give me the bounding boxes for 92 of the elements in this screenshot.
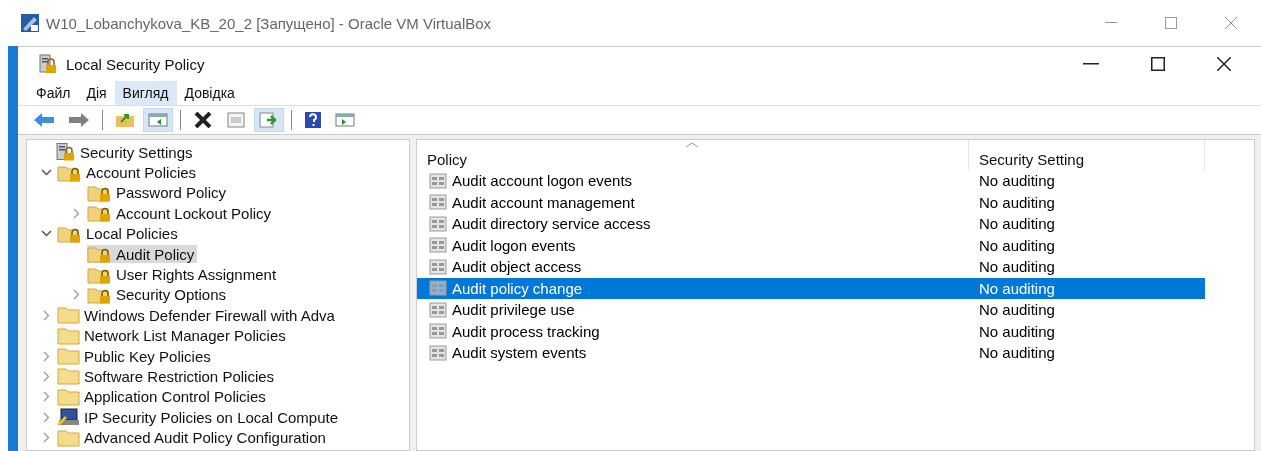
column-header[interactable]: Policy bbox=[417, 140, 969, 170]
policy-icon bbox=[429, 215, 447, 232]
tree-item[interactable]: Advanced Audit Policy Configuration bbox=[84, 429, 326, 447]
window-title: W10_Lobanchykova_KB_20_2 [Запущено] - Oracle VM VirtualBox bbox=[46, 14, 492, 32]
tree-item[interactable]: Public Key Policies bbox=[84, 347, 211, 365]
maximize-icon[interactable] bbox=[1151, 57, 1165, 71]
policy-icon bbox=[429, 301, 447, 318]
policy-icon bbox=[429, 323, 447, 340]
expand-icon[interactable] bbox=[42, 391, 50, 403]
tree-item[interactable]: IP Security Policies on Local Compute bbox=[84, 408, 339, 426]
menu-item[interactable]: Довідка bbox=[176, 81, 243, 105]
folder-icon bbox=[57, 347, 81, 366]
tree-item[interactable]: Security Settings bbox=[80, 143, 193, 161]
tree-item[interactable]: User Rights Assignment bbox=[116, 266, 277, 284]
locked-folder-icon bbox=[87, 245, 113, 264]
expand-icon[interactable] bbox=[72, 207, 80, 219]
tree-item[interactable]: Local Policies bbox=[86, 225, 178, 243]
folder-icon bbox=[57, 428, 81, 447]
app-icon bbox=[20, 13, 40, 33]
locked-folder-icon bbox=[57, 224, 83, 243]
menu-item[interactable]: Файл bbox=[28, 81, 79, 105]
sheet-arrow-icon bbox=[259, 112, 279, 128]
expand-icon[interactable] bbox=[42, 371, 50, 382]
policy-icon bbox=[429, 237, 447, 254]
locked-folder-icon bbox=[87, 204, 113, 223]
expand-icon[interactable] bbox=[42, 309, 50, 321]
table-cell: No auditing bbox=[979, 236, 1055, 254]
locked-folder-icon bbox=[87, 285, 113, 304]
policy-icon bbox=[429, 172, 447, 189]
table-cell: Audit logon events bbox=[452, 236, 576, 254]
sort-icon bbox=[685, 142, 699, 148]
tree-item[interactable]: Software Restriction Policies bbox=[84, 368, 275, 385]
expand-icon[interactable] bbox=[42, 350, 50, 362]
column-header[interactable]: Security Setting bbox=[969, 140, 1205, 170]
table-cell: Audit process tracking bbox=[452, 322, 600, 340]
tree-item[interactable]: Application Control Policies bbox=[84, 388, 266, 406]
locked-folder-icon bbox=[87, 265, 113, 284]
sheet-icon bbox=[226, 112, 246, 128]
table-cell: No auditing bbox=[979, 322, 1055, 340]
menu-item[interactable]: Дія bbox=[78, 81, 115, 105]
folder-icon bbox=[57, 306, 81, 325]
policy-icon bbox=[429, 194, 447, 211]
table-cell: Audit system events bbox=[452, 344, 587, 362]
locked-folder-icon bbox=[87, 183, 113, 202]
table-cell: Audit account management bbox=[452, 193, 635, 211]
expand-icon[interactable] bbox=[42, 411, 50, 423]
table-cell: No auditing bbox=[979, 215, 1055, 233]
server-lock-icon bbox=[38, 54, 58, 74]
menu-item[interactable]: Вигляд bbox=[114, 81, 177, 105]
pane-icon bbox=[148, 112, 168, 128]
folder-icon bbox=[57, 326, 81, 345]
table-cell: No auditing bbox=[979, 258, 1055, 276]
tree-item[interactable]: Account Policies bbox=[86, 164, 197, 182]
folder-icon bbox=[57, 387, 81, 406]
table-cell: No auditing bbox=[979, 279, 1055, 297]
tree-item[interactable]: Security Options bbox=[116, 286, 227, 304]
table-cell: Audit privilege use bbox=[452, 301, 575, 319]
tree-item[interactable]: Password Policy bbox=[116, 184, 227, 202]
minimize-icon[interactable] bbox=[1083, 63, 1099, 65]
help-icon bbox=[304, 111, 322, 129]
cross-icon bbox=[193, 112, 213, 128]
forward-arrow-icon bbox=[68, 112, 90, 128]
table-cell: No auditing bbox=[979, 301, 1055, 319]
table-cell: Audit directory service access bbox=[452, 215, 651, 233]
close-icon[interactable] bbox=[1217, 57, 1231, 71]
pane-icon bbox=[335, 112, 355, 128]
expand-icon[interactable] bbox=[42, 432, 50, 444]
locked-folder-icon bbox=[57, 163, 83, 182]
folder-arrow-icon bbox=[115, 112, 135, 128]
collapse-icon[interactable] bbox=[40, 230, 52, 238]
back-arrow-icon bbox=[33, 112, 55, 128]
policy-icon bbox=[429, 280, 447, 297]
folder-icon bbox=[57, 367, 81, 386]
export-button[interactable] bbox=[254, 108, 284, 132]
window-title: Local Security Policy bbox=[66, 55, 205, 73]
table-cell: Audit policy change bbox=[452, 279, 583, 297]
tree-item[interactable]: Network List Manager Policies bbox=[84, 327, 286, 345]
expand-icon[interactable] bbox=[72, 289, 80, 301]
tree-button[interactable] bbox=[143, 108, 173, 132]
policy-icon bbox=[429, 258, 447, 275]
policy-icon bbox=[429, 344, 447, 361]
table-cell: Audit object access bbox=[452, 258, 582, 276]
table-cell: No auditing bbox=[979, 344, 1055, 362]
collapse-icon[interactable] bbox=[40, 169, 52, 177]
table-cell: No auditing bbox=[979, 193, 1055, 211]
server-lock-icon bbox=[55, 143, 77, 162]
table-cell: Audit account logon events bbox=[452, 172, 633, 190]
computer-key-icon bbox=[57, 408, 81, 427]
tree-item[interactable]: Windows Defender Firewall with Adva bbox=[84, 306, 335, 324]
table-cell: No auditing bbox=[979, 172, 1055, 190]
tree-item[interactable]: Account Lockout Policy bbox=[116, 204, 272, 222]
minimize-icon[interactable] bbox=[1105, 22, 1117, 24]
